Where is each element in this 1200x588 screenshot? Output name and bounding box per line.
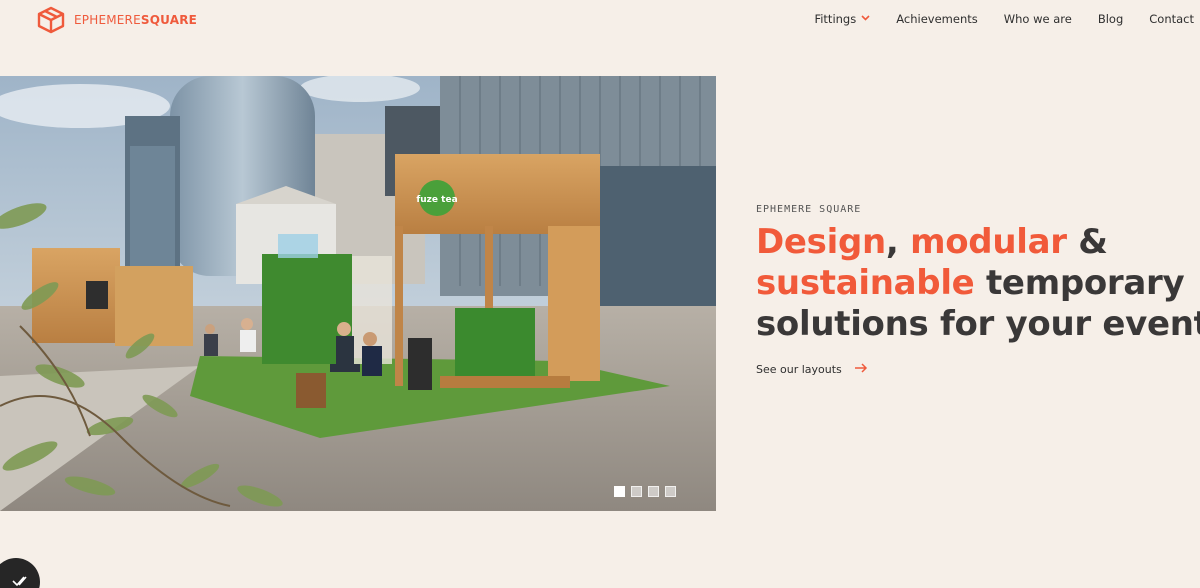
nav-item-who-we-are[interactable]: Who we are — [991, 12, 1085, 26]
nav-item-blog[interactable]: Blog — [1085, 12, 1136, 26]
brand-name: EPHEMERESQUARE — [74, 13, 198, 27]
svg-text:fuze tea: fuze tea — [416, 195, 457, 205]
site-header: EPHEMERESQUARE Fittings Achievements Who… — [0, 0, 1200, 40]
nav-item-fittings[interactable]: Fittings — [801, 12, 883, 26]
slider-dot-1[interactable] — [614, 486, 625, 497]
slider-dots — [614, 486, 676, 497]
check-icon — [12, 574, 30, 588]
nav-item-contact[interactable]: Contact — [1136, 12, 1200, 26]
hero-image: fuze tea — [0, 76, 716, 511]
slider-dot-2[interactable] — [631, 486, 642, 497]
consent-badge-button[interactable] — [0, 558, 40, 588]
slider-dot-3[interactable] — [648, 486, 659, 497]
chevron-down-icon — [861, 13, 870, 24]
cube-logo-icon — [37, 6, 65, 34]
hero-headline: Design, modular & sustainable temporary so… — [756, 222, 1200, 344]
main-nav: Fittings Achievements Who we are Blog Co… — [801, 12, 1200, 26]
brand-logo[interactable]: EPHEMERESQUARE — [36, 6, 197, 34]
arrow-right-icon — [854, 362, 868, 376]
hero-eyebrow: EPHEMERE SQUARE — [756, 204, 862, 215]
see-layouts-link[interactable]: See our layouts — [756, 362, 868, 376]
slider-dot-4[interactable] — [665, 486, 676, 497]
nav-item-achievements[interactable]: Achievements — [883, 12, 991, 26]
